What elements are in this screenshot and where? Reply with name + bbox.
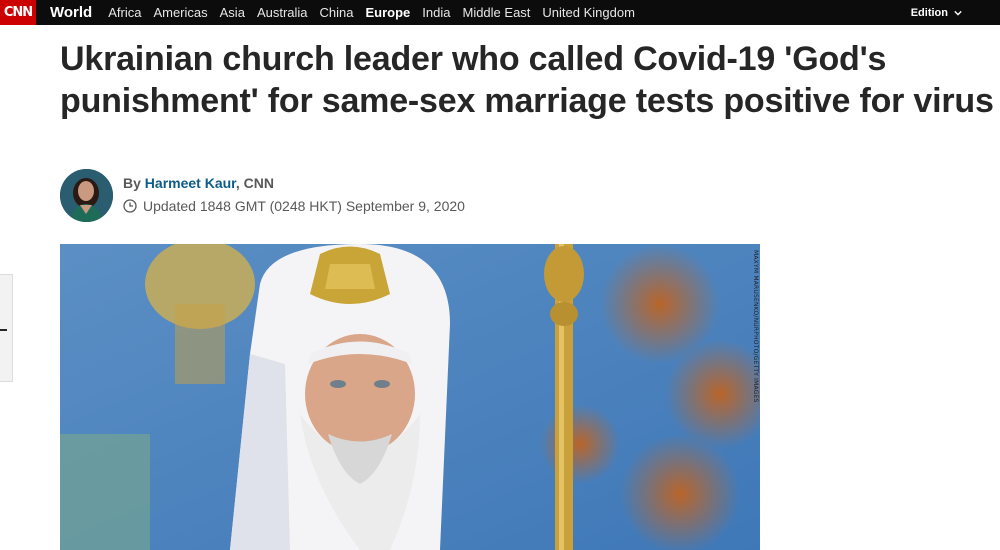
photo-credit: MAXYM MARUSENKO/NURPHOTO/GETTY IMAGES: [752, 250, 759, 403]
author-avatar[interactable]: [60, 169, 113, 222]
chevron-down-icon: [954, 10, 962, 16]
nav-link-americas[interactable]: Americas: [153, 5, 207, 20]
nav-links: Africa Americas Asia Australia China Eur…: [98, 0, 637, 25]
nav-link-india[interactable]: India: [422, 5, 450, 20]
nav-link-united-kingdom[interactable]: United Kingdom: [542, 5, 635, 20]
nav-link-asia[interactable]: Asia: [220, 5, 245, 20]
byline: By Harmeet Kaur, CNN: [123, 175, 274, 191]
top-nav: CNN World Africa Americas Asia Australia…: [0, 0, 1000, 25]
section-title-world[interactable]: World: [50, 4, 92, 21]
nav-link-middle-east[interactable]: Middle East: [462, 5, 530, 20]
updated-text: Updated 1848 GMT (0248 HKT) September 9,…: [143, 198, 465, 214]
hero-image[interactable]: [60, 244, 760, 550]
byline-outlet: , CNN: [235, 175, 274, 191]
edition-selector[interactable]: Edition: [911, 0, 962, 25]
side-drawer-tab[interactable]: [0, 274, 13, 382]
updated-timestamp: Updated 1848 GMT (0248 HKT) September 9,…: [123, 198, 465, 214]
nav-link-australia[interactable]: Australia: [257, 5, 308, 20]
clock-icon: [123, 199, 137, 213]
byline-prefix: By: [123, 175, 145, 191]
author-link[interactable]: Harmeet Kaur: [145, 175, 236, 191]
nav-link-china[interactable]: China: [320, 5, 354, 20]
nav-link-africa[interactable]: Africa: [108, 5, 141, 20]
cnn-logo[interactable]: CNN: [0, 0, 36, 25]
nav-link-europe[interactable]: Europe: [365, 5, 410, 20]
edition-label: Edition: [910, 6, 948, 19]
drawer-handle-icon: [0, 329, 7, 331]
article-headline: Ukrainian church leader who called Covid…: [60, 40, 994, 120]
